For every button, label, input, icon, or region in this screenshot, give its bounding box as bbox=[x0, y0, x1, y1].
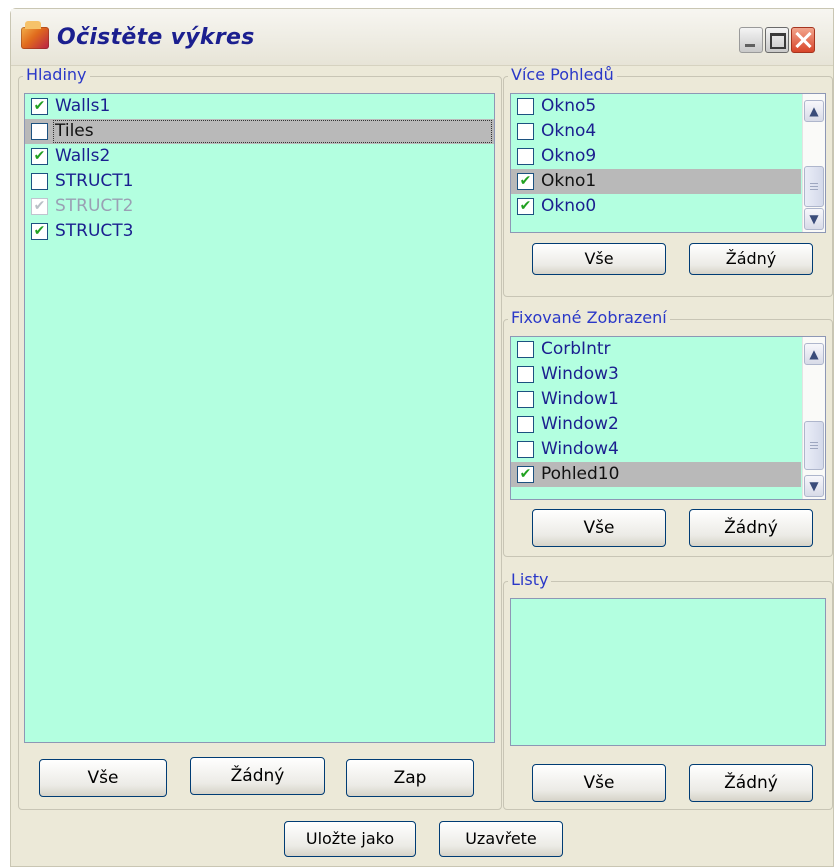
chevron-down-icon[interactable]: ▼ bbox=[804, 475, 824, 497]
views-legend: Více Pohledů bbox=[508, 66, 617, 84]
list-item[interactable]: ✔ Okno1 bbox=[511, 169, 801, 194]
list-item-label: Pohled10 bbox=[541, 464, 620, 484]
list-item[interactable]: ✔ Walls2 bbox=[25, 144, 494, 169]
views-all-button[interactable]: Vše bbox=[532, 243, 666, 275]
scroll-thumb[interactable] bbox=[804, 166, 824, 207]
checkmark-icon: ✔ bbox=[519, 466, 532, 482]
views-list[interactable]: Okno5 Okno4 Okno9 ✔ Okno1 ✔ Okno0 ▲ ▼ bbox=[510, 93, 826, 233]
minimize-button[interactable] bbox=[739, 27, 763, 53]
views-group: Více Pohledů Okno5 Okno4 Okno9 ✔ Okno1 ✔ Okno0… bbox=[503, 66, 833, 297]
fixed-all-button[interactable]: Vše bbox=[532, 509, 666, 547]
list-item[interactable]: ✔ STRUCT3 bbox=[25, 219, 494, 244]
list-item-label: Window3 bbox=[541, 364, 619, 384]
fixed-views-group: Fixované Zobrazení CorbIntr Window3 Window… bbox=[503, 309, 833, 557]
checkbox[interactable] bbox=[517, 98, 534, 115]
checkbox[interactable]: ✔ bbox=[31, 223, 48, 240]
checkmark-icon: ✔ bbox=[519, 198, 532, 214]
checkmark-icon: ✔ bbox=[519, 173, 532, 189]
checkbox[interactable]: ✔ bbox=[31, 148, 48, 165]
checkbox[interactable]: ✔ bbox=[31, 98, 48, 115]
list-item-label: Window4 bbox=[541, 439, 619, 459]
list-item[interactable]: Okno5 bbox=[511, 94, 801, 119]
checkbox[interactable]: ✔ bbox=[31, 198, 48, 215]
window-title: Očistěte výkres bbox=[57, 25, 255, 50]
close-window-button[interactable] bbox=[791, 27, 815, 53]
checkbox[interactable] bbox=[517, 123, 534, 140]
vertical-scrollbar[interactable]: ▲ ▼ bbox=[802, 94, 825, 232]
list-item-label: STRUCT2 bbox=[55, 196, 134, 216]
list-item[interactable]: Window3 bbox=[511, 362, 801, 387]
chevron-down-icon[interactable]: ▼ bbox=[804, 208, 824, 230]
checkbox[interactable]: ✔ bbox=[517, 198, 534, 215]
list-item-label: Okno0 bbox=[541, 196, 597, 216]
list-item[interactable]: ✔ STRUCT2 bbox=[25, 194, 494, 219]
list-item-label: Okno9 bbox=[541, 146, 597, 166]
list-item[interactable]: Window4 bbox=[511, 437, 801, 462]
list-item[interactable]: ✔ Pohled10 bbox=[511, 462, 801, 487]
vertical-scrollbar[interactable]: ▲ ▼ bbox=[802, 337, 825, 499]
checkbox[interactable] bbox=[31, 123, 48, 140]
list-item[interactable]: Window1 bbox=[511, 387, 801, 412]
chevron-up-icon[interactable]: ▲ bbox=[804, 100, 824, 122]
title-bar[interactable]: Očistěte výkres bbox=[11, 9, 833, 66]
checkbox[interactable] bbox=[517, 441, 534, 458]
list-item[interactable]: Tiles bbox=[25, 119, 494, 144]
list-item[interactable]: ✔ Walls1 bbox=[25, 94, 494, 119]
checkbox[interactable] bbox=[517, 341, 534, 358]
checkmark-icon: ✔ bbox=[33, 198, 46, 214]
layers-on-button[interactable]: Zap bbox=[346, 759, 474, 797]
sheets-none-button[interactable]: Žádný bbox=[689, 764, 813, 802]
checkmark-icon: ✔ bbox=[33, 98, 46, 114]
list-item-label: Walls1 bbox=[55, 96, 111, 116]
list-item-label: CorbIntr bbox=[541, 339, 611, 359]
app-folder-icon bbox=[21, 21, 49, 49]
layers-all-button[interactable]: Vše bbox=[39, 759, 167, 797]
purge-drawing-dialog: Očistěte výkres Hladiny ✔ Walls1 Tiles ✔ Wal… bbox=[10, 8, 834, 867]
sheets-all-button[interactable]: Vše bbox=[532, 764, 666, 802]
layers-legend: Hladiny bbox=[23, 66, 90, 84]
save-as-button[interactable]: Uložte jako bbox=[284, 821, 416, 857]
list-item-label: Tiles bbox=[55, 121, 94, 141]
list-item-label: Okno5 bbox=[541, 96, 597, 116]
fixed-views-list[interactable]: CorbIntr Window3 Window1 Window2 Window4 ✔ Poh… bbox=[510, 336, 826, 500]
layers-group: Hladiny ✔ Walls1 Tiles ✔ Walls2 STRUCT1 ✔ STRUC… bbox=[18, 66, 502, 810]
list-item[interactable]: Okno9 bbox=[511, 144, 801, 169]
views-none-button[interactable]: Žádný bbox=[689, 243, 813, 275]
checkbox[interactable]: ✔ bbox=[517, 173, 534, 190]
checkbox[interactable] bbox=[517, 148, 534, 165]
close-button[interactable]: Uzavřete bbox=[439, 821, 563, 857]
chevron-up-icon[interactable]: ▲ bbox=[804, 343, 824, 365]
maximize-button[interactable] bbox=[765, 27, 789, 53]
checkbox[interactable]: ✔ bbox=[517, 466, 534, 483]
list-item[interactable]: Okno4 bbox=[511, 119, 801, 144]
checkbox[interactable] bbox=[517, 416, 534, 433]
checkmark-icon: ✔ bbox=[33, 148, 46, 164]
checkbox[interactable] bbox=[517, 391, 534, 408]
sheets-group: Listy Vše Žádný bbox=[503, 571, 833, 810]
list-item-label: Okno1 bbox=[541, 171, 597, 191]
fixed-none-button[interactable]: Žádný bbox=[689, 509, 813, 547]
checkmark-icon: ✔ bbox=[33, 223, 46, 239]
list-item-label: Window2 bbox=[541, 414, 619, 434]
list-item-label: STRUCT1 bbox=[55, 171, 134, 191]
list-item[interactable]: Window2 bbox=[511, 412, 801, 437]
scroll-thumb[interactable] bbox=[804, 421, 824, 470]
list-item[interactable]: ✔ Okno0 bbox=[511, 194, 801, 219]
list-item[interactable]: STRUCT1 bbox=[25, 169, 494, 194]
list-item-label: Window1 bbox=[541, 389, 619, 409]
layers-none-button[interactable]: Žádný bbox=[190, 757, 325, 795]
list-item-label: Walls2 bbox=[55, 146, 111, 166]
sheets-list[interactable] bbox=[510, 598, 826, 746]
checkbox[interactable] bbox=[517, 366, 534, 383]
sheets-legend: Listy bbox=[508, 571, 552, 589]
checkbox[interactable] bbox=[31, 173, 48, 190]
list-item[interactable]: CorbIntr bbox=[511, 337, 801, 362]
list-item-label: Okno4 bbox=[541, 121, 597, 141]
layers-list[interactable]: ✔ Walls1 Tiles ✔ Walls2 STRUCT1 ✔ STRUCT2 ✔ STRUC… bbox=[24, 93, 495, 743]
fixed-views-legend: Fixované Zobrazení bbox=[508, 309, 670, 327]
list-item-label: STRUCT3 bbox=[55, 221, 134, 241]
